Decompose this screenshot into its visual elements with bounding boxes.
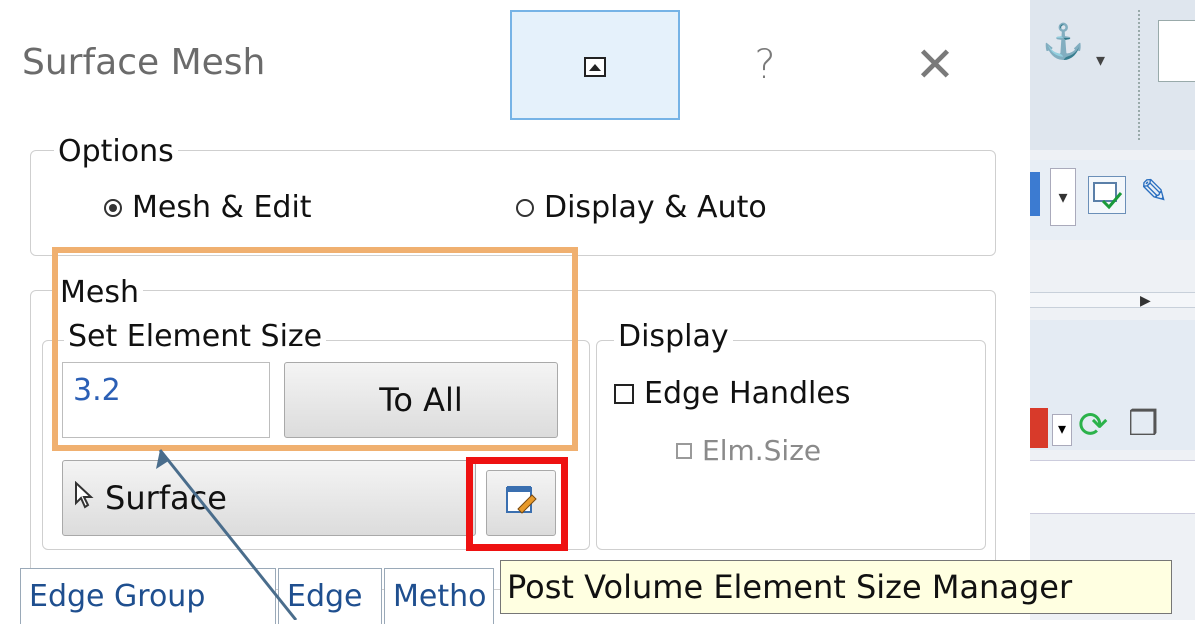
- arrow-line: [158, 449, 298, 620]
- annotation-arrow: [156, 449, 298, 620]
